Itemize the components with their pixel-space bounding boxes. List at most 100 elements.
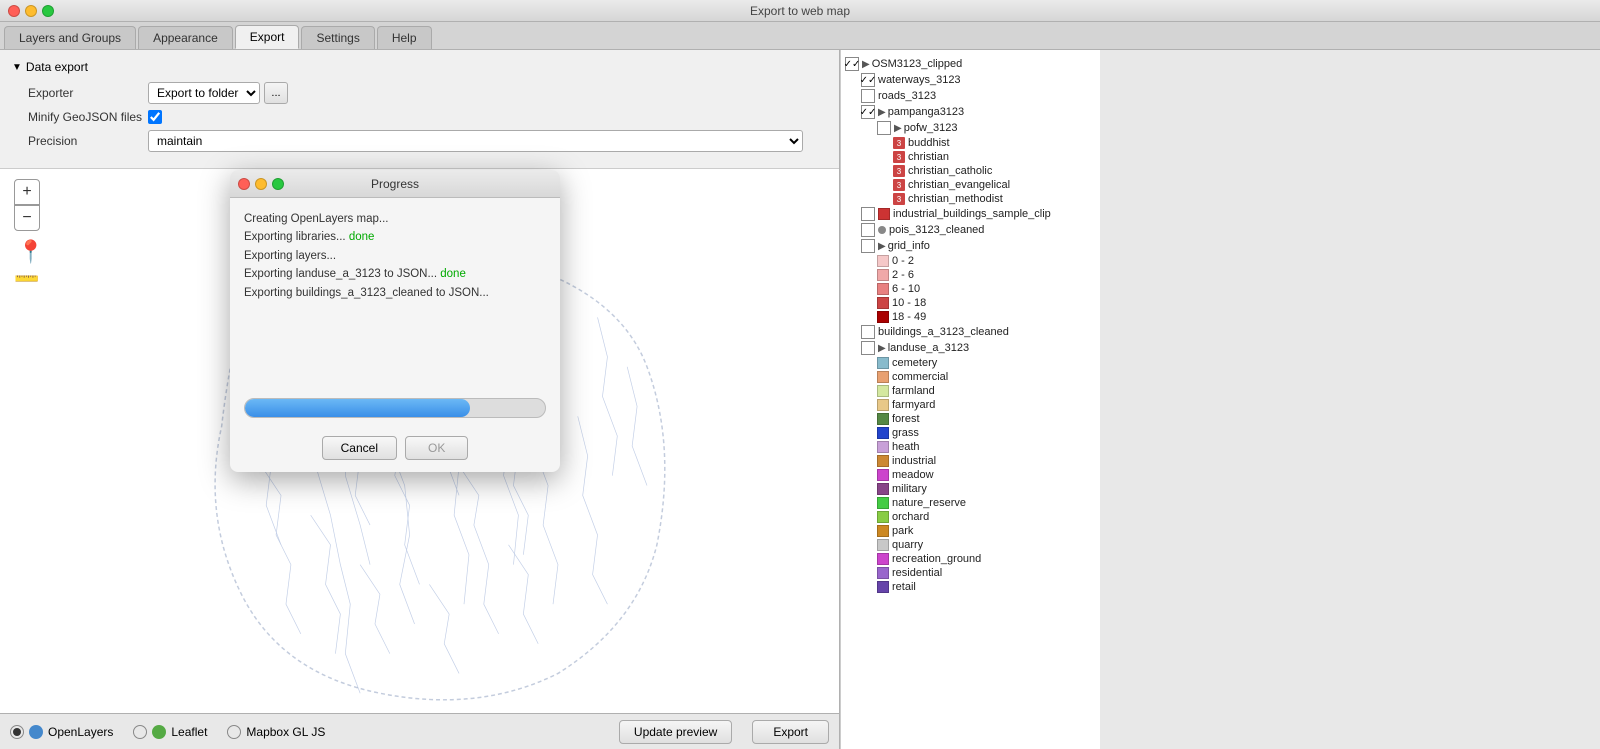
precision-select[interactable]: maintain [148,130,803,152]
layer-checkbox-grid_info[interactable] [861,239,875,253]
layer-item-grid_6_10[interactable]: 6 - 10 [845,282,1096,296]
layer-item-christian_evangelical[interactable]: 3christian_evangelical [845,178,1096,192]
browse-button[interactable]: ... [264,82,288,104]
layer-item-forest[interactable]: forest [845,412,1096,426]
color-swatch-forest [877,413,889,425]
minimize-button[interactable] [25,5,37,17]
layer-item-christian_catholic[interactable]: 3christian_catholic [845,164,1096,178]
layer-item-grid_info[interactable]: ▶grid_info [845,238,1096,254]
layer-item-grid_0_2[interactable]: 0 - 2 [845,254,1096,268]
tab-help[interactable]: Help [377,26,432,49]
dialog-log: Creating OpenLayers map... Exporting lib… [244,210,546,302]
layer-item-buddhist[interactable]: 3buddhist [845,136,1096,150]
minify-checkbox[interactable] [148,110,162,124]
layer-checkbox-pofw_3123[interactable] [877,121,891,135]
layer-checkbox-pois_3123_cleaned[interactable] [861,223,875,237]
layer-item-heath[interactable]: heath [845,440,1096,454]
exporter-select[interactable]: Export to folder [148,82,260,104]
collapse-arrow[interactable]: ▼ [12,62,22,73]
layer-name-grid_info: grid_info [888,240,930,252]
dialog-close-button[interactable] [238,178,250,190]
openlayers-icon [29,725,43,739]
radio-openlayers-dot[interactable] [10,725,24,739]
layer-name-park: park [892,525,913,537]
dialog-minimize-button[interactable] [255,178,267,190]
ok-button[interactable]: OK [405,436,468,460]
layer-checkbox-roads_3123[interactable] [861,89,875,103]
layer-name-quarry: quarry [892,539,923,551]
layer-item-farmyard[interactable]: farmyard [845,398,1096,412]
color-swatch-park [877,525,889,537]
layer-item-industrial_buildings_sample_clip[interactable]: industrial_buildings_sample_clip [845,206,1096,222]
tab-settings[interactable]: Settings [301,26,374,49]
layer-item-osm3123_clipped[interactable]: ✓▶OSM3123_clipped [845,56,1096,72]
radio-leaflet[interactable]: Leaflet [133,725,207,739]
layer-item-nature_reserve[interactable]: nature_reserve [845,496,1096,510]
layer-item-military[interactable]: military [845,482,1096,496]
layer-checkbox-waterways_3123[interactable]: ✓ [861,73,875,87]
maximize-button[interactable] [42,5,54,17]
layer-item-grid_2_6[interactable]: 2 - 6 [845,268,1096,282]
layer-item-recreation_ground[interactable]: recreation_ground [845,552,1096,566]
radio-mapboxgl-dot[interactable] [227,725,241,739]
location-pin-icon: 📍 [17,239,44,265]
layer-item-cemetery[interactable]: cemetery [845,356,1096,370]
color-swatch-grid_0_2 [877,255,889,267]
layer-checkbox-landuse_a_3123[interactable] [861,341,875,355]
minify-checkbox-wrapper [148,110,162,124]
layer-item-pampanga3123[interactable]: ✓▶pampanga3123 [845,104,1096,120]
layer-name-orchard: orchard [892,511,929,523]
layer-item-pofw_3123[interactable]: ▶pofw_3123 [845,120,1096,136]
layer-item-pois_3123_cleaned[interactable]: pois_3123_cleaned [845,222,1096,238]
layer-item-christian_methodist[interactable]: 3christian_methodist [845,192,1096,206]
layer-item-roads_3123[interactable]: roads_3123 [845,88,1096,104]
color-swatch-nature_reserve [877,497,889,509]
layer-item-meadow[interactable]: meadow [845,468,1096,482]
dialog-title: Progress [371,177,419,191]
radio-mapboxgl[interactable]: Mapbox GL JS [227,725,325,739]
layer-item-industrial[interactable]: industrial [845,454,1096,468]
layer-checkbox-buildings_a_3123_cleaned[interactable] [861,325,875,339]
layer-item-grass[interactable]: grass [845,426,1096,440]
exporter-control: Export to folder ... [148,82,288,104]
layer-checkbox-pampanga3123[interactable]: ✓ [861,105,875,119]
layer-item-orchard[interactable]: orchard [845,510,1096,524]
radio-leaflet-dot[interactable] [133,725,147,739]
layer-name-grass: grass [892,427,919,439]
dialog-titlebar-buttons[interactable] [238,178,284,190]
zoom-out-button[interactable]: − [14,205,40,231]
layer-item-commercial[interactable]: commercial [845,370,1096,384]
layer-item-residential[interactable]: residential [845,566,1096,580]
layer-item-christian[interactable]: 3christian [845,150,1096,164]
export-button[interactable]: Export [752,720,829,744]
layer-item-landuse_a_3123[interactable]: ▶landuse_a_3123 [845,340,1096,356]
radio-openlayers[interactable]: OpenLayers [10,725,113,739]
layer-name-meadow: meadow [892,469,934,481]
zoom-in-button[interactable]: + [14,179,40,205]
layer-name-residential: residential [892,567,942,579]
color-swatch-residential [877,567,889,579]
close-button[interactable] [8,5,20,17]
layer-item-waterways_3123[interactable]: ✓waterways_3123 [845,72,1096,88]
layer-item-park[interactable]: park [845,524,1096,538]
layer-name-industrial_buildings_sample_clip: industrial_buildings_sample_clip [893,208,1051,220]
dialog-maximize-button[interactable] [272,178,284,190]
layer-item-quarry[interactable]: quarry [845,538,1096,552]
tab-layers[interactable]: Layers and Groups [4,26,136,49]
layer-item-buildings_a_3123_cleaned[interactable]: buildings_a_3123_cleaned [845,324,1096,340]
layer-item-grid_18_49[interactable]: 18 - 49 [845,310,1096,324]
layer-item-farmland[interactable]: farmland [845,384,1096,398]
layer-checkbox-industrial_buildings_sample_clip[interactable] [861,207,875,221]
titlebar-buttons[interactable] [8,5,54,17]
tab-export[interactable]: Export [235,25,300,49]
layer-item-grid_10_18[interactable]: 10 - 18 [845,296,1096,310]
layer-item-retail[interactable]: retail [845,580,1096,594]
color-swatch-farmland [877,385,889,397]
update-preview-button[interactable]: Update preview [619,720,732,744]
layer-checkbox-osm3123_clipped[interactable]: ✓ [845,57,859,71]
cancel-button[interactable]: Cancel [322,436,397,460]
color-swatch-heath [877,441,889,453]
color-swatch-recreation_ground [877,553,889,565]
tab-appearance[interactable]: Appearance [138,26,233,49]
window-title: Export to web map [750,4,850,18]
